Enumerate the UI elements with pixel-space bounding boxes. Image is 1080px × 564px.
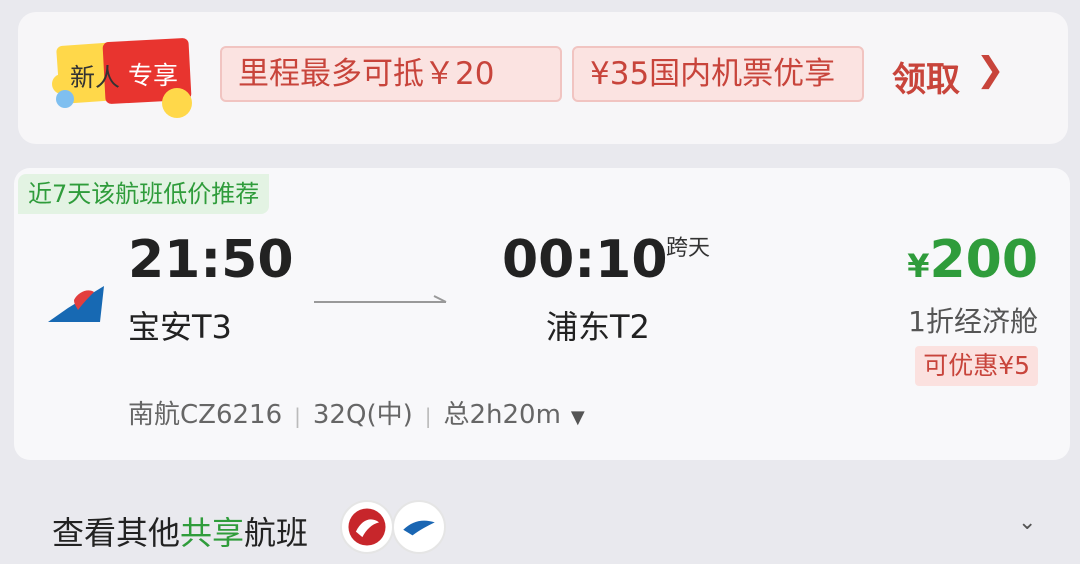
price-currency: ¥ bbox=[907, 247, 930, 285]
mileage-coupon[interactable]: 里程最多可抵￥20 bbox=[220, 46, 562, 102]
shared-flights-label: 查看其他共享航班 bbox=[52, 514, 309, 552]
arrow-right-icon bbox=[314, 295, 447, 303]
claim-button[interactable]: 领取 bbox=[892, 52, 960, 101]
xiamen-airlines-logo-icon bbox=[392, 500, 446, 554]
china-southern-logo-icon bbox=[48, 286, 104, 322]
departure-time: 21:50 bbox=[128, 230, 294, 290]
chevron-down-icon[interactable]: ⌄ bbox=[1018, 510, 1036, 535]
next-day-note: 跨天 bbox=[666, 236, 711, 261]
badge-left-text: 新人 bbox=[70, 63, 121, 92]
new-user-badge: 新人 专享 bbox=[46, 37, 196, 120]
chevron-right-icon[interactable]: ❯ bbox=[976, 50, 1005, 90]
flight-details[interactable]: 南航CZ6216 | 32Q(中) | 总2h20m ▼ bbox=[128, 394, 585, 431]
badge-right-text: 专享 bbox=[128, 61, 179, 90]
price: ¥200 bbox=[907, 230, 1038, 290]
shared-flights-row[interactable]: 查看其他共享航班 ⌄ bbox=[0, 480, 1080, 564]
arrival-time: 00:10 bbox=[502, 230, 668, 290]
low-price-tag: 近7天该航班低价推荐 bbox=[18, 174, 270, 214]
cabin-class: 1折经济舱 bbox=[908, 305, 1038, 338]
sichuan-airlines-logo-icon bbox=[340, 500, 394, 554]
price-value: 200 bbox=[929, 230, 1038, 290]
discount-badge: 可优惠¥5 bbox=[915, 346, 1038, 386]
flight-number: 南航CZ6216 bbox=[128, 400, 283, 430]
arrival-airport: 浦东T2 bbox=[546, 308, 650, 346]
caret-down-icon[interactable]: ▼ bbox=[561, 407, 585, 428]
aircraft-type: 32Q(中) bbox=[312, 400, 413, 430]
departure-airport: 宝安T3 bbox=[128, 308, 232, 346]
flight-duration: 总2h20m bbox=[443, 400, 561, 430]
domestic-ticket-coupon[interactable]: ¥35国内机票优享 bbox=[572, 46, 864, 102]
